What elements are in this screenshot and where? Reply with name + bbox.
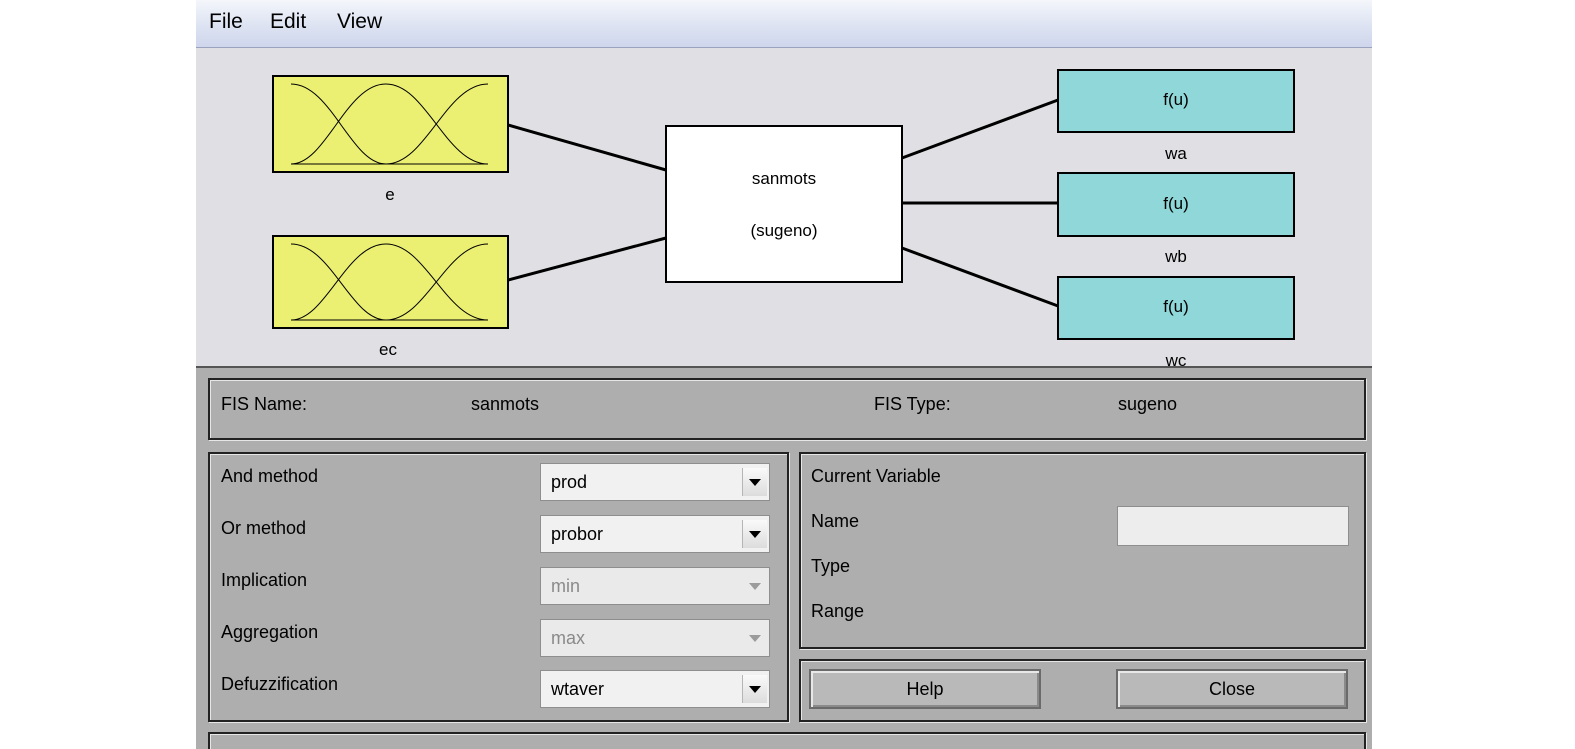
menu-view[interactable]: View [337,10,382,34]
input-e-block[interactable] [272,75,509,173]
variable-type-label: Type [811,556,851,576]
defuzzification-select[interactable]: wtaver [540,670,770,708]
defuzzification-value: wtaver [551,679,605,699]
chevron-down-icon [743,572,767,600]
connector-e [507,123,667,172]
connector-wc [901,246,1059,308]
system-block[interactable] [665,125,903,283]
chevron-down-icon[interactable] [742,675,767,703]
output-wa-func: f(u) [1163,90,1189,109]
help-button[interactable]: Help [809,669,1041,709]
menu-file[interactable]: File [209,10,243,34]
current-variable-frame: Current Variable Name Type Range [799,452,1366,649]
output-wb-label: wb [1165,247,1187,266]
methods-frame: And method prod Or method probor Implica… [208,452,789,722]
buttons-frame: Help Close [799,659,1366,722]
menu-bar: File Edit View [196,0,1372,48]
aggregation-value: max [551,628,586,648]
close-button[interactable]: Close [1116,669,1348,709]
implication-label: Implication [221,570,308,590]
fis-editor-window: File Edit View e ec sanmots (sugeno) f(u… [196,0,1372,749]
or-method-label: Or method [221,518,307,538]
input-e-label: e [385,185,395,204]
or-method-value: probor [551,524,604,544]
and-method-value: prod [551,472,588,492]
fis-type-value: sugeno [1118,394,1178,414]
output-wc-func: f(u) [1163,297,1189,316]
variable-range-label: Range [811,601,865,621]
menu-edit[interactable]: Edit [270,10,306,34]
system-name: sanmots [751,169,817,188]
status-frame [208,732,1366,749]
or-method-select[interactable]: probor [540,515,770,553]
chevron-down-icon[interactable] [742,468,767,496]
fis-diagram: e ec sanmots (sugeno) f(u) f(u) f(u) wa … [196,48,1372,370]
variable-name-label: Name [811,511,860,531]
connector-ec [507,236,667,282]
aggregation-select[interactable]: max [540,619,770,657]
chevron-down-icon [743,624,767,652]
fis-name-value: sanmots [471,394,540,414]
and-method-select[interactable]: prod [540,463,770,501]
aggregation-label: Aggregation [221,622,319,642]
defuzzification-label: Defuzzification [221,674,339,694]
and-method-label: And method [221,466,319,486]
fis-properties-panel: FIS Name: sanmots FIS Type: sugeno And m… [196,366,1372,749]
variable-name-field[interactable] [1117,506,1349,546]
connector-wa [901,98,1059,160]
input-ec-label: ec [379,340,397,359]
implication-value: min [551,576,581,596]
input-ec-block[interactable] [272,235,509,329]
output-wb-func: f(u) [1163,194,1189,213]
system-type: (sugeno) [750,221,818,240]
chevron-down-icon[interactable] [742,520,767,548]
implication-select[interactable]: min [540,567,770,605]
fis-info-frame: FIS Name: sanmots FIS Type: sugeno [208,378,1366,440]
output-wa-label: wa [1165,144,1187,163]
fis-name-label: FIS Name: [221,394,308,414]
current-variable-title: Current Variable [811,466,941,486]
fis-type-label: FIS Type: [874,394,951,414]
